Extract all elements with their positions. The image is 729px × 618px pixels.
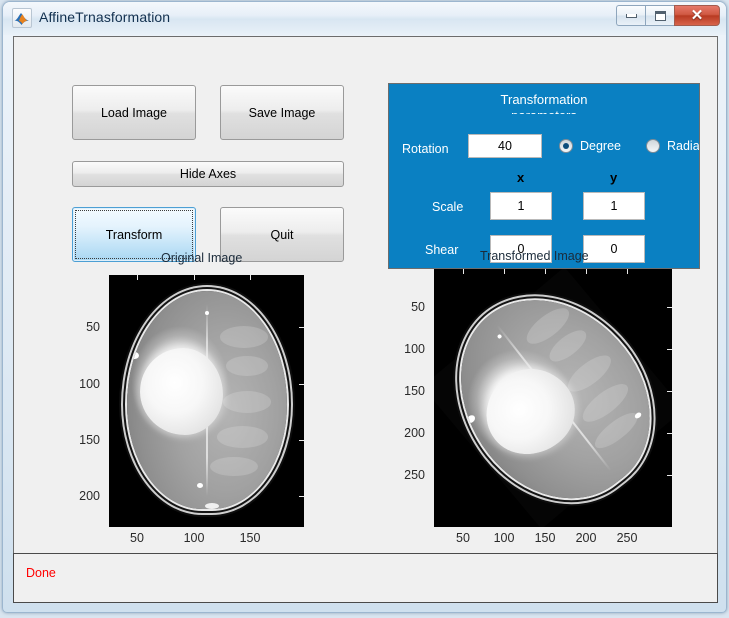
tumor-mass — [139, 347, 223, 435]
transformed-xtick-0: 50 — [456, 531, 470, 545]
axis-tick — [299, 440, 304, 441]
original-image-title: Original Image — [161, 251, 243, 265]
status-bar: Done — [13, 553, 718, 603]
angle-unit-radio-group: Degree Radian — [559, 139, 700, 153]
shear-label: Shear — [425, 243, 459, 257]
axis-tick — [545, 269, 546, 274]
gyrus — [216, 426, 268, 448]
axis-tick — [299, 327, 304, 328]
gyrus — [223, 391, 271, 414]
rotation-label: Rotation — [402, 142, 449, 156]
maximize-button[interactable] — [645, 5, 674, 26]
axis-tick — [667, 349, 672, 350]
original-xtick-2: 150 — [239, 531, 261, 545]
axis-tick — [667, 433, 672, 434]
original-xtick-1: 100 — [183, 531, 205, 545]
close-button[interactable]: ✕ — [674, 5, 720, 26]
hide-axes-button[interactable]: Hide Axes — [72, 161, 344, 187]
transformed-ytick-2: 150 — [404, 384, 425, 398]
axis-tick — [299, 496, 304, 497]
original-ytick-2: 150 — [79, 433, 100, 447]
brain-shape — [127, 291, 287, 509]
column-header-y: y — [610, 170, 618, 185]
axis-tick — [667, 307, 672, 308]
hide-axes-label: Hide Axes — [179, 167, 237, 181]
radian-label: Radian — [667, 139, 700, 153]
load-image-button[interactable]: Load Image — [72, 85, 196, 140]
scale-x-input[interactable]: 1 — [490, 192, 552, 220]
original-xtick-0: 50 — [130, 531, 144, 545]
radian-radio[interactable] — [646, 139, 660, 153]
scale-label: Scale — [432, 200, 464, 214]
bright-speck — [205, 503, 219, 509]
matlab-membrane-icon — [12, 8, 32, 28]
save-image-label: Save Image — [248, 105, 316, 120]
application-window: AffineTrnasformation ✕ Load Image Save I… — [2, 1, 727, 613]
close-icon: ✕ — [690, 7, 704, 24]
window-title: AffineTrnasformation — [39, 9, 171, 25]
title-bar: AffineTrnasformation ✕ — [3, 2, 726, 35]
original-ytick-1: 100 — [79, 377, 100, 391]
minimize-icon — [625, 13, 637, 18]
rotation-input[interactable]: 40 — [468, 134, 542, 158]
bright-speck — [130, 352, 140, 360]
axis-tick — [299, 384, 304, 385]
bright-speck — [496, 333, 503, 340]
save-image-button[interactable]: Save Image — [220, 85, 344, 140]
degree-radio[interactable] — [559, 139, 573, 153]
original-ytick-0: 50 — [86, 320, 100, 334]
axis-tick — [250, 275, 251, 280]
axis-tick — [627, 269, 628, 274]
figure-client-area: Load Image Save Image Hide Axes Transfor… — [13, 36, 718, 603]
panel-title: Transformation parameters — [389, 92, 699, 114]
transformed-xtick-1: 100 — [493, 531, 515, 545]
transformed-image-axes[interactable] — [434, 269, 672, 527]
axis-tick — [586, 269, 587, 274]
original-mri-image — [109, 275, 304, 527]
transform-label: Transform — [105, 227, 163, 242]
status-message: Done — [26, 566, 56, 580]
transformed-xtick-3: 200 — [575, 531, 597, 545]
gyrus — [226, 356, 268, 376]
panel-title-line1: Transformation — [500, 92, 588, 107]
axis-tick — [667, 391, 672, 392]
transformed-mri-image — [434, 269, 672, 527]
axis-tick — [137, 275, 138, 280]
gyrus — [219, 325, 268, 348]
column-header-x: x — [517, 170, 525, 185]
brain-shape — [434, 269, 672, 527]
bright-speck — [197, 482, 204, 488]
transformed-xtick-4: 250 — [616, 531, 638, 545]
transformed-ytick-1: 100 — [404, 342, 425, 356]
degree-label: Degree — [580, 139, 621, 153]
bright-speck — [205, 310, 210, 315]
axis-tick — [194, 275, 195, 280]
transformed-xtick-2: 150 — [534, 531, 556, 545]
minimize-button[interactable] — [616, 5, 645, 26]
axis-tick — [504, 269, 505, 274]
shear-y-input[interactable]: 0 — [583, 235, 645, 263]
window-controls: ✕ — [616, 5, 720, 26]
transformed-image-title: Transformed Image — [480, 249, 589, 263]
original-ytick-3: 200 — [79, 489, 100, 503]
quit-label: Quit — [270, 227, 294, 242]
transformation-parameters-panel: Transformation parameters Rotation 40 De… — [388, 83, 700, 269]
original-image-axes[interactable] — [109, 275, 304, 527]
axis-tick — [667, 475, 672, 476]
scale-y-input[interactable]: 1 — [583, 192, 645, 220]
transformed-ytick-3: 200 — [404, 426, 425, 440]
gyrus — [210, 456, 259, 477]
load-image-label: Load Image — [100, 105, 168, 120]
transformed-ytick-0: 50 — [411, 300, 425, 314]
panel-title-line2: parameters — [389, 108, 699, 114]
maximize-icon — [654, 10, 666, 21]
transformed-ytick-4: 250 — [404, 468, 425, 482]
axis-tick — [463, 269, 464, 274]
